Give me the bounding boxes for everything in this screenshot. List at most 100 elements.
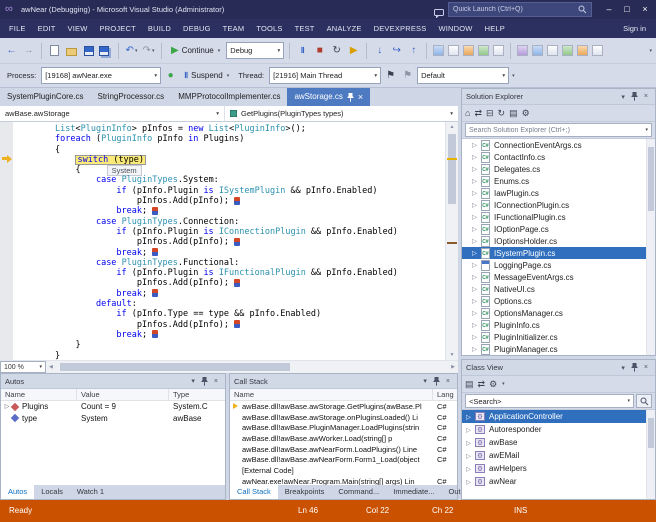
chevron-right-icon[interactable]: ▷	[472, 153, 481, 161]
doc-tab[interactable]: SystemPluginCore.cs	[0, 88, 90, 106]
solution-item[interactable]: ▷ C# IOptionPage.cs	[462, 223, 655, 235]
panel-tab-immediate-[interactable]: Immediate...	[386, 485, 441, 499]
scrollbar-thumb[interactable]	[448, 134, 456, 204]
autos-header[interactable]: Autos ▾ ×	[1, 374, 225, 389]
menu-item-team[interactable]: TEAM	[217, 19, 251, 38]
close-icon[interactable]: ×	[358, 92, 363, 102]
chevron-right-icon[interactable]: ▷	[472, 141, 481, 149]
continue-button[interactable]: ▶ Continue ▾	[167, 42, 224, 60]
class-view-item[interactable]: ▷{} awBase	[462, 436, 655, 449]
scroll-left-icon[interactable]: ◀	[46, 364, 56, 370]
step-into-icon[interactable]: ↓	[372, 42, 387, 60]
menu-item-analyze[interactable]: ANALYZE	[321, 19, 368, 38]
solution-explorer-scrollbar[interactable]	[646, 139, 655, 355]
solution-item[interactable]: ▷ C# Delegates.cs	[462, 163, 655, 175]
scroll-right-icon[interactable]: ▶	[448, 364, 458, 370]
solution-item[interactable]: ▷ C# Enums.cs	[462, 175, 655, 187]
chevron-right-icon[interactable]: ▷	[472, 237, 481, 245]
panel-tab-command-[interactable]: Command...	[331, 485, 386, 499]
chevron-right-icon[interactable]: ▷	[466, 452, 475, 460]
chevron-right-icon[interactable]: ▷	[472, 177, 481, 185]
chevron-right-icon[interactable]: ▷	[472, 321, 481, 329]
close-button[interactable]: ×	[636, 0, 654, 19]
class-view-search-combo[interactable]: <Search> ▾	[465, 394, 634, 408]
variable-row[interactable]: type System awBase	[1, 413, 225, 425]
close-icon[interactable]: ×	[641, 364, 651, 371]
show-all-files-icon[interactable]: ▤	[509, 105, 518, 122]
class-view-item[interactable]: ▷{} awEMail	[462, 449, 655, 462]
stack-frame-row[interactable]: awBase.dll!awBase.awNearForm.Form1_Load(…	[230, 454, 457, 465]
window-position-icon[interactable]: ▾	[618, 364, 628, 372]
menu-item-test[interactable]: TEST	[289, 19, 321, 38]
column-header[interactable]: Name	[230, 389, 433, 400]
doc-tab[interactable]: awStorage.cs ×	[287, 88, 371, 106]
titlebar[interactable]: ∞ awNear (Debugging) - Microsoft Visual …	[0, 0, 656, 19]
class-view-item[interactable]: ▷{} ApplicationController	[462, 410, 655, 423]
sign-in-button[interactable]: Sign in	[623, 24, 646, 33]
show-flagged-only-icon[interactable]: ⚑	[400, 67, 415, 85]
editor-horizontal-scrollbar[interactable]	[56, 361, 448, 373]
navigate-backward-icon[interactable]: ←	[4, 42, 19, 60]
menu-item-file[interactable]: FILE	[3, 19, 32, 38]
doc-tab[interactable]: StringProcessor.cs	[90, 88, 171, 106]
toolbar-icon[interactable]	[517, 45, 529, 56]
chevron-right-icon[interactable]: ▷	[472, 201, 481, 209]
close-icon[interactable]: ×	[443, 378, 453, 385]
chevron-right-icon[interactable]: ▷	[472, 225, 481, 233]
step-over-icon[interactable]: ↪	[389, 42, 404, 60]
solution-item[interactable]: ▷ C# ContactInfo.cs	[462, 151, 655, 163]
home-icon[interactable]: ⌂	[465, 105, 470, 122]
solution-item[interactable]: ▷ C# IFunctionalPlugin.cs	[462, 211, 655, 223]
suspend-button[interactable]: Ⅱ Suspend ▾	[180, 67, 233, 85]
chevron-right-icon[interactable]: ▷	[472, 249, 481, 257]
sync-with-active-document-icon[interactable]: ⇄	[474, 105, 482, 122]
chevron-right-icon[interactable]: ▷	[466, 465, 475, 473]
chevron-right-icon[interactable]: ▷	[472, 165, 481, 173]
pin-icon[interactable]	[628, 92, 641, 101]
chevron-right-icon[interactable]: ▷	[472, 309, 481, 317]
panel-tab-autos[interactable]: Autos	[1, 485, 35, 499]
callstack-header[interactable]: Call Stack ▾ ×	[230, 374, 457, 389]
solution-item[interactable]: ▷ C# PluginManager.cs	[462, 343, 655, 355]
window-position-icon[interactable]: ▾	[618, 93, 628, 101]
solution-item[interactable]: ▷ C# PluginInfo.cs	[462, 319, 655, 331]
stack-frame-row[interactable]: awBase.dll!awBase.PluginManager.LoadPlug…	[230, 422, 457, 433]
toolbar-icon[interactable]	[547, 45, 559, 56]
scroll-up-icon[interactable]: ▲	[446, 122, 458, 132]
menu-item-debug[interactable]: DEBUG	[177, 19, 217, 38]
column-header[interactable]: Value	[77, 389, 169, 400]
member-dropdown[interactable]: GetPlugins(PluginTypes types) ▾	[225, 106, 458, 121]
window-position-icon[interactable]: ▾	[188, 377, 198, 385]
solution-explorer-header[interactable]: Solution Explorer ▾ ×	[462, 89, 655, 105]
toolbar-icon[interactable]	[562, 45, 574, 56]
solution-explorer-tree[interactable]: ▷ C# ConnectionEventArgs.cs ▷ C# ContactInfo.…	[462, 139, 655, 355]
menu-item-help[interactable]: HELP	[479, 19, 511, 38]
solution-item[interactable]: ▷ C# IOptionsHolder.cs	[462, 235, 655, 247]
chevron-right-icon[interactable]: ▷	[472, 345, 481, 353]
stack-frame-row[interactable]: awBase.dll!awBase.awNearForm.LoadPlugins…	[230, 444, 457, 455]
solution-explorer-search-input[interactable]: Search Solution Explorer (Ctrl+;) ▾	[465, 123, 652, 137]
chevron-right-icon[interactable]: ▷	[472, 297, 481, 305]
quick-launch-input[interactable]: Quick Launch (Ctrl+Q)	[448, 2, 592, 17]
panel-tab-locals[interactable]: Locals	[34, 485, 70, 499]
solution-item[interactable]: ▷ C# OptionsManager.cs	[462, 307, 655, 319]
break-all-icon[interactable]: Ⅱ	[295, 42, 310, 60]
scroll-down-icon[interactable]: ▼	[446, 350, 458, 360]
menu-item-devexpress[interactable]: DEVEXPRESS	[368, 19, 433, 38]
chevron-right-icon[interactable]: ▷	[472, 189, 481, 197]
toolbar-icon[interactable]	[532, 45, 544, 56]
chevron-right-icon[interactable]: ▷	[466, 426, 475, 434]
scrollbar-thumb[interactable]	[648, 147, 654, 211]
solution-item[interactable]: ▷ C# ConnectionEventArgs.cs	[462, 139, 655, 151]
code-editor[interactable]: List<PluginInfo> pInfos = new List<Plugi…	[0, 122, 458, 360]
toolbar-overflow-icon[interactable]: ▾	[512, 73, 515, 79]
class-view-item[interactable]: ▷{} Autoresponder	[462, 423, 655, 436]
search-go-button[interactable]	[636, 394, 652, 408]
panel-tab-call-stack[interactable]: Call Stack	[230, 485, 278, 499]
editor-vertical-scrollbar[interactable]: ▲ ▼	[445, 122, 458, 360]
solution-item[interactable]: ▷ LoggingPage.cs	[462, 259, 655, 271]
editor-gutter[interactable]	[0, 122, 13, 360]
chevron-right-icon[interactable]: ▷	[472, 261, 481, 269]
stack-frame-combo[interactable]: Default ▾	[417, 67, 510, 84]
back-forward-icon[interactable]: ⇄	[478, 376, 486, 393]
